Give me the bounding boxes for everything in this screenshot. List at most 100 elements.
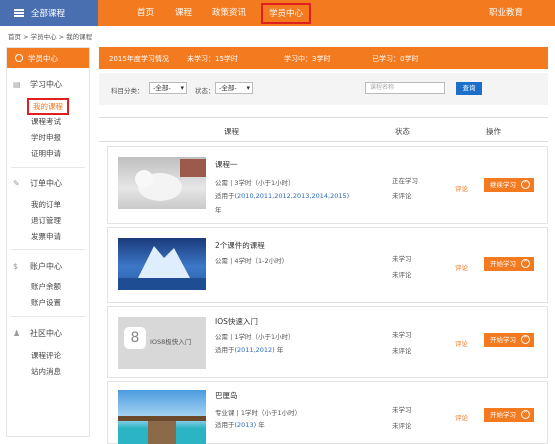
sidebar-item-balance[interactable]: 账户余额 <box>31 281 61 292</box>
section-learning: ▤ 学习中心 <box>13 79 62 90</box>
action-label: 开始学习 <box>490 336 516 344</box>
nav-home[interactable]: 首页 <box>137 0 154 26</box>
study-status: 未学习 <box>392 255 412 263</box>
action-label: 开始学习 <box>490 411 516 419</box>
menu-icon <box>14 9 24 17</box>
sidebar-item-my-orders[interactable]: 我的订单 <box>31 199 61 210</box>
divider <box>11 249 85 250</box>
review-status: 未评论 <box>392 271 412 279</box>
col-course: 课程 <box>224 127 239 136</box>
category-select[interactable]: -全部- <box>149 82 187 94</box>
breadcrumb: 首页 > 学员中心 > 我的课程 <box>8 33 93 41</box>
edit-icon: ✎ <box>13 178 20 188</box>
nav-vocational-education[interactable]: 职业教育 <box>489 0 523 26</box>
chevron-up-icon: ^ <box>521 410 530 419</box>
sidebar-item-certificate[interactable]: 证明申请 <box>31 148 61 159</box>
year-suffix: 年 <box>258 421 265 429</box>
action-label: 开始学习 <box>490 260 516 268</box>
nav-courses[interactable]: 课程 <box>175 0 192 26</box>
study-status: 未学习 <box>392 406 412 414</box>
start-study-button[interactable]: 开始学习 ^ <box>484 257 534 271</box>
iceberg-photo <box>118 246 206 290</box>
course-name-input[interactable]: 课程名称 <box>365 82 445 94</box>
thumbnail-caption: IOS8极快入门 <box>150 338 192 346</box>
course-row: 2个课件的课程 公需 | 4学时（1-2小时） 未学习 未评论 评论 开始学习 … <box>107 227 548 303</box>
all-courses-label: 全部课程 <box>31 9 66 19</box>
chevron-up-icon: ^ <box>521 335 530 344</box>
all-courses-menu[interactable]: 全部课程 <box>0 0 98 26</box>
course-row: 巴厘岛 专业课 | 1学时（小于1小时） 适用于(2013) 年 未学习 未评论… <box>107 381 548 444</box>
summary-done: 已学习：0学时 <box>372 55 419 63</box>
course-meta: 公需 | 3学时（小于1小时） <box>215 179 295 187</box>
review-link[interactable]: 评论 <box>455 412 468 422</box>
divider <box>11 316 85 317</box>
status-label: 状态： <box>195 87 215 95</box>
applies-label: 适用于 <box>215 192 235 200</box>
start-study-button[interactable]: 开始学习 ^ <box>484 333 534 347</box>
course-title[interactable]: 巴厘岛 <box>215 390 238 401</box>
course-meta: 专业课 | 1学时（小于1小时） <box>215 409 302 417</box>
course-thumbnail[interactable] <box>118 390 206 444</box>
search-button[interactable]: 查询 <box>456 82 482 95</box>
course-title[interactable]: 2个课件的课程 <box>215 240 265 251</box>
course-title[interactable]: 课程一 <box>215 159 238 170</box>
ios8-icon: 8 <box>124 327 146 349</box>
start-study-button[interactable]: 开始学习 ^ <box>484 408 534 422</box>
section-orders: ✎ 订单中心 <box>13 178 62 189</box>
summary-year: 2015年度学习情况 <box>109 55 169 63</box>
course-thumbnail[interactable]: 8 IOS8极快入门 <box>118 317 206 369</box>
cat-photo <box>135 159 206 201</box>
section-title: 社区中心 <box>30 329 62 338</box>
user-circle-icon <box>15 54 23 62</box>
section-title: 学习中心 <box>30 80 62 89</box>
divider <box>11 167 85 168</box>
applies-label: 适用于 <box>215 346 235 354</box>
course-meta: 公需 | 1学时（小于1小时） <box>215 333 295 341</box>
book-icon: ▤ <box>13 79 21 89</box>
coin-icon: $ <box>13 261 19 271</box>
course-row: 课程一 公需 | 3学时（小于1小时） 适用于(2010,2011,2012,2… <box>107 146 548 224</box>
section-community: ♟ 社区中心 <box>13 328 62 339</box>
sidebar-item-invoice[interactable]: 发票申请 <box>31 231 61 242</box>
course-title[interactable]: IOS快速入门 <box>215 316 258 327</box>
course-years: 适用于(2010,2011,2012,2013,2014,2015) <box>215 190 349 200</box>
sidebar-item-messages[interactable]: 站内消息 <box>31 366 61 377</box>
col-status: 状态 <box>395 127 410 136</box>
course-thumbnail[interactable] <box>118 238 206 290</box>
years-list: (2010,2011,2012,2013,2014,2015) <box>234 192 350 200</box>
chevron-up-icon: ^ <box>521 259 530 268</box>
category-label: 科目分类： <box>111 87 144 95</box>
applies-label: 适用于 <box>215 421 235 429</box>
review-link[interactable]: 评论 <box>455 183 468 193</box>
course-meta: 公需 | 4学时（1-2小时） <box>215 257 289 265</box>
table-header: 课程 状态 操作 <box>99 117 548 142</box>
summary-not-started: 未学习：15学时 <box>187 55 238 63</box>
review-status: 未评论 <box>392 347 412 355</box>
years-list: (2011,2012) <box>234 346 275 354</box>
filter-bar: 科目分类： -全部- 状态： -全部- 课程名称 查询 <box>99 73 548 105</box>
study-status: 未学习 <box>392 331 412 339</box>
top-nav-bar: 全部课程 首页 课程 政策资讯 学员中心 职业教育 <box>0 0 555 26</box>
section-title: 账户中心 <box>30 262 62 271</box>
sidebar-item-hours-declare[interactable]: 学时申报 <box>31 132 61 143</box>
sidebar-item-course-exam[interactable]: 课程考试 <box>31 116 61 127</box>
people-icon: ♟ <box>13 328 21 338</box>
sidebar-item-my-courses[interactable]: 我的课程 <box>27 98 69 115</box>
review-link[interactable]: 评论 <box>455 338 468 348</box>
chevron-up-icon: ^ <box>521 180 530 189</box>
study-status: 正在学习 <box>392 177 418 185</box>
sidebar-item-refunds[interactable]: 退订管理 <box>31 215 61 226</box>
review-link[interactable]: 评论 <box>455 262 468 272</box>
status-select[interactable]: -全部- <box>215 82 253 94</box>
sidebar-item-account-settings[interactable]: 账户设置 <box>31 297 61 308</box>
nav-student-center[interactable]: 学员中心 <box>261 3 312 24</box>
year-suffix: 年 <box>215 206 222 214</box>
course-row: 8 IOS8极快入门 IOS快速入门 公需 | 1学时（小于1小时） 适用于(2… <box>107 306 548 378</box>
sidebar-item-course-reviews[interactable]: 课程评论 <box>31 350 61 361</box>
nav-policy-news[interactable]: 政策资讯 <box>212 0 246 26</box>
course-thumbnail[interactable] <box>118 157 206 209</box>
continue-study-button[interactable]: 继续学习 ^ <box>484 178 534 192</box>
sidebar-title: 学员中心 <box>28 53 58 63</box>
course-years: 适用于(2013) 年 <box>215 419 265 429</box>
sidebar-header: 学员中心 <box>7 48 89 68</box>
